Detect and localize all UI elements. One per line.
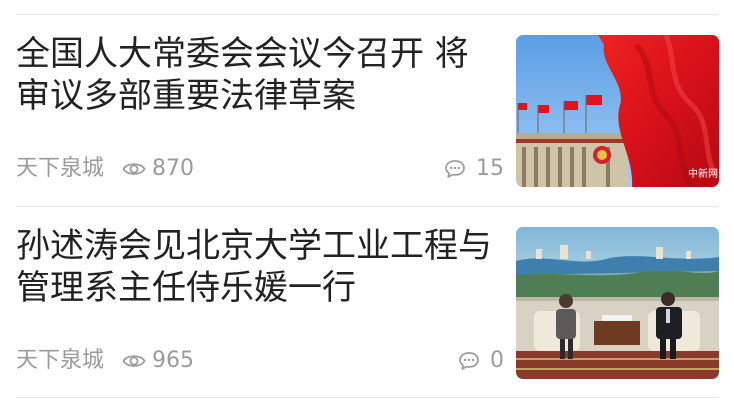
watermark: 中新网 — [688, 167, 718, 180]
eye-icon — [122, 163, 146, 175]
comment-count[interactable]: 0 — [458, 345, 504, 377]
comment-count-value: 0 — [490, 348, 504, 373]
news-meta: 天下泉城 870 15 — [16, 153, 504, 185]
news-item[interactable]: 孙述涛会见北京大学工业工程与 管理系主任侍乐媛一行 天下泉城 965 0 — [0, 207, 734, 399]
view-count-value: 870 — [152, 156, 194, 181]
news-title-line: 全国人大常委会会议今召开 将 — [16, 34, 469, 74]
news-title-line: 管理系主任侍乐媛一行 — [16, 268, 356, 308]
comment-bubble-icon — [459, 352, 479, 370]
news-item[interactable]: 全国人大常委会会议今召开 将 审议多部重要法律草案 天下泉城 870 15 中新… — [0, 15, 734, 207]
news-thumbnail[interactable]: 中新网 — [516, 35, 719, 187]
news-source: 天下泉城 — [16, 348, 105, 373]
news-title[interactable]: 孙述涛会见北京大学工业工程与 管理系主任侍乐媛一行 — [16, 225, 496, 309]
red-flags-great-hall-photo: 中新网 — [516, 35, 719, 187]
comment-bubble-icon — [445, 160, 465, 178]
eye-icon — [122, 355, 146, 367]
comment-count[interactable]: 15 — [444, 153, 504, 185]
news-meta: 天下泉城 965 0 — [16, 345, 504, 377]
view-count: 870 — [122, 153, 194, 185]
news-source: 天下泉城 — [16, 156, 105, 181]
view-count-value: 965 — [152, 348, 194, 373]
news-thumbnail[interactable] — [516, 227, 719, 379]
news-title-line: 审议多部重要法律草案 — [16, 76, 356, 116]
view-count: 965 — [122, 345, 194, 377]
bottom-divider — [16, 397, 718, 398]
news-title[interactable]: 全国人大常委会会议今召开 将 审议多部重要法律草案 — [16, 33, 496, 117]
comment-count-value: 15 — [476, 156, 504, 181]
meeting-room-photo — [516, 227, 719, 379]
news-title-line: 孙述涛会见北京大学工业工程与 — [16, 226, 492, 266]
